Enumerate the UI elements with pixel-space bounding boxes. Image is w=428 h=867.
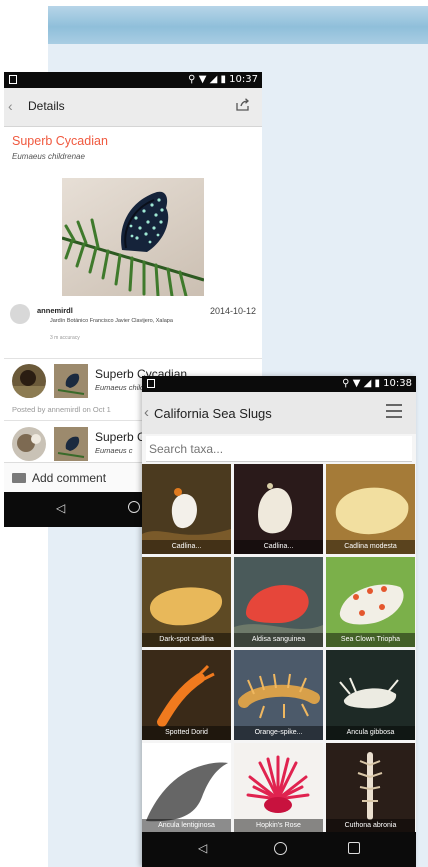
wifi-icon: ▼: [198, 74, 207, 85]
taxon-label: Cuthona abronia: [326, 819, 415, 833]
taxon-tile[interactable]: Ancula lentiginosa: [142, 743, 231, 833]
add-comment-button[interactable]: Add comment: [32, 471, 106, 485]
taxon-label: Orange-spike...: [234, 726, 323, 740]
species-scientific-name: Eumaeus childrenae: [12, 152, 85, 161]
comment-icon: [12, 473, 26, 483]
taxon-label: Hopkin's Rose: [234, 819, 323, 833]
taxa-grid: Cadlina... Cadlina... Cadlina modesta Da…: [142, 464, 416, 833]
battery-icon: ▮: [374, 378, 380, 389]
phone-guide-screen: ⚲ ▼ ◢ ▮ 10:38 ‹ California Sea Slugs Cad…: [142, 376, 416, 867]
divider: [4, 358, 262, 359]
page-title: Details: [28, 99, 65, 113]
taxon-tile[interactable]: Cuthona abronia: [326, 743, 415, 833]
notification-icon: [147, 379, 155, 388]
back-icon[interactable]: ‹: [144, 404, 149, 421]
identification-thumbnail[interactable]: [54, 364, 88, 398]
back-icon[interactable]: ‹: [8, 98, 13, 114]
taxon-tile[interactable]: Spotted Dorid: [142, 650, 231, 740]
identification-thumbnail[interactable]: [54, 427, 88, 461]
nav-back-icon[interactable]: ◁: [56, 501, 65, 515]
posted-by: Posted by annemirdl on Oct 1: [12, 405, 111, 414]
taxon-label: Sea Clown Triopha: [326, 633, 415, 647]
nav-back-icon[interactable]: ◁: [198, 841, 207, 855]
wifi-icon: ▼: [352, 378, 361, 389]
taxon-tile[interactable]: Sea Clown Triopha: [326, 557, 415, 647]
observer-avatar[interactable]: [10, 304, 30, 324]
observer-username[interactable]: annemirdl: [37, 306, 73, 315]
app-bar: ‹ Details: [4, 88, 262, 127]
status-bar: ⚲ ▼ ◢ ▮ 10:37: [4, 72, 262, 88]
taxon-label: Dark-spot cadlina: [142, 633, 231, 647]
status-indicators: ⚲ ▼ ◢ ▮ 10:38: [342, 378, 412, 389]
taxon-tile[interactable]: Dark-spot cadlina: [142, 557, 231, 647]
taxon-label: Aldisa sanguinea: [234, 633, 323, 647]
taxon-tile[interactable]: Cadlina modesta: [326, 464, 415, 554]
notification-icon: [9, 75, 17, 84]
location-icon: ⚲: [188, 74, 196, 85]
species-common-name: Superb Cycadian: [12, 134, 108, 148]
status-time: 10:37: [229, 74, 258, 85]
search-input[interactable]: [146, 436, 412, 462]
nav-home-icon[interactable]: [128, 501, 140, 513]
signal-icon: ◢: [209, 74, 218, 85]
status-bar: ⚲ ▼ ◢ ▮ 10:38: [142, 376, 416, 392]
nav-home-icon[interactable]: [274, 842, 287, 855]
location-accuracy: 3 m accuracy: [50, 335, 80, 341]
observation-place: Jardín Botánico Francisco Javier Clavije…: [50, 318, 173, 324]
signal-icon: ◢: [363, 378, 372, 389]
identification-sci-name: Eumaeus c: [95, 446, 133, 455]
nav-recents-icon[interactable]: [348, 842, 360, 854]
app-bar: ‹ California Sea Slugs: [142, 392, 416, 434]
observation-date: 2014-10-12: [209, 306, 256, 316]
butterfly-on-leaf-image: [62, 191, 204, 296]
location-icon: ⚲: [342, 378, 350, 389]
share-icon[interactable]: [236, 98, 250, 111]
taxon-tile[interactable]: Orange-spike...: [234, 650, 323, 740]
android-nav-bar: ◁: [142, 832, 416, 867]
status-indicators: ⚲ ▼ ◢ ▮ 10:37: [188, 74, 258, 85]
taxon-tile[interactable]: Cadlina...: [234, 464, 323, 554]
taxon-tile[interactable]: Cadlina...: [142, 464, 231, 554]
menu-icon[interactable]: [386, 404, 402, 418]
battery-icon: ▮: [220, 74, 226, 85]
taxon-label: Ancula gibbosa: [326, 726, 415, 740]
background-band: [48, 6, 428, 44]
identifier-avatar[interactable]: [12, 427, 46, 461]
taxon-label: Cadlina...: [234, 540, 323, 554]
taxon-tile[interactable]: Aldisa sanguinea: [234, 557, 323, 647]
identification-name[interactable]: Superb C: [95, 430, 146, 444]
taxon-label: Ancula lentiginosa: [142, 819, 231, 833]
guide-title: California Sea Slugs: [154, 406, 272, 421]
taxon-label: Spotted Dorid: [142, 726, 231, 740]
status-time: 10:38: [383, 378, 412, 389]
taxon-label: Cadlina...: [142, 540, 231, 554]
taxon-label: Cadlina modesta: [326, 540, 415, 554]
taxon-tile[interactable]: Ancula gibbosa: [326, 650, 415, 740]
observation-photo[interactable]: [62, 178, 204, 296]
identifier-avatar[interactable]: [12, 364, 46, 398]
taxon-tile[interactable]: Hopkin's Rose: [234, 743, 323, 833]
